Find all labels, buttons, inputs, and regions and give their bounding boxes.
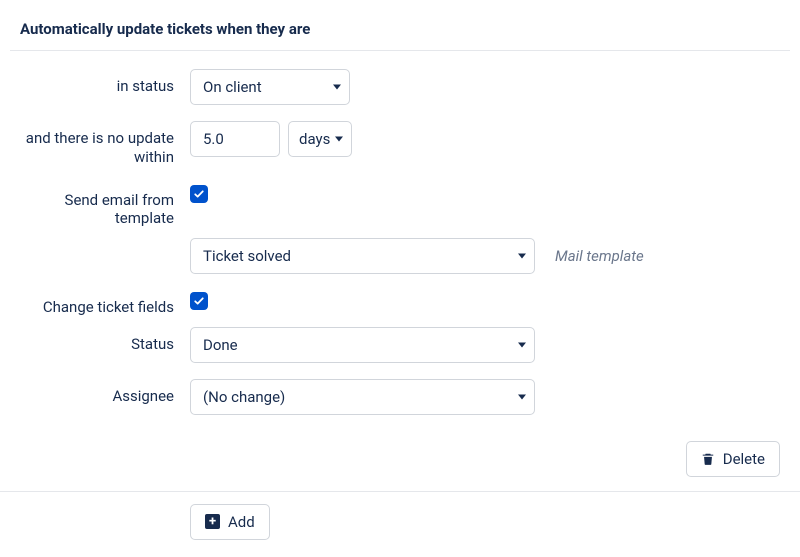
duration-unit-select[interactable]: days xyxy=(288,121,352,157)
status-select[interactable]: Done xyxy=(190,327,535,363)
check-icon xyxy=(193,295,205,307)
chevron-down-icon xyxy=(518,254,526,259)
add-button-label: Add xyxy=(228,513,255,531)
in-status-label: in status xyxy=(10,69,190,96)
trash-icon xyxy=(701,452,715,466)
assignee-label: Assignee xyxy=(10,379,190,406)
status-value: Done xyxy=(203,336,238,354)
add-button[interactable]: + Add xyxy=(190,504,270,540)
delete-button[interactable]: Delete xyxy=(686,441,780,477)
assignee-value: (No change) xyxy=(203,388,285,406)
section-title: Automatically update tickets when they a… xyxy=(10,20,790,51)
mail-template-select[interactable]: Ticket solved xyxy=(190,238,535,274)
delete-button-label: Delete xyxy=(723,450,765,468)
status-label: Status xyxy=(10,327,190,354)
change-fields-checkbox[interactable] xyxy=(190,292,208,310)
chevron-down-icon xyxy=(335,137,343,142)
mail-template-hint: Mail template xyxy=(555,247,644,265)
change-fields-label: Change ticket fields xyxy=(10,290,190,317)
chevron-down-icon xyxy=(518,394,526,399)
chevron-down-icon xyxy=(518,342,526,347)
duration-unit-value: days xyxy=(299,130,330,148)
chevron-down-icon xyxy=(333,85,341,90)
send-email-label: Send email from template xyxy=(10,183,190,229)
send-email-checkbox[interactable] xyxy=(190,185,208,203)
in-status-select[interactable]: On client xyxy=(190,69,350,105)
duration-value-input[interactable] xyxy=(190,121,280,157)
mail-template-value: Ticket solved xyxy=(203,247,291,265)
in-status-value: On client xyxy=(203,78,262,96)
plus-icon: + xyxy=(205,514,220,529)
check-icon xyxy=(193,188,205,200)
no-update-label: and there is no update within xyxy=(10,121,190,167)
assignee-select[interactable]: (No change) xyxy=(190,379,535,415)
